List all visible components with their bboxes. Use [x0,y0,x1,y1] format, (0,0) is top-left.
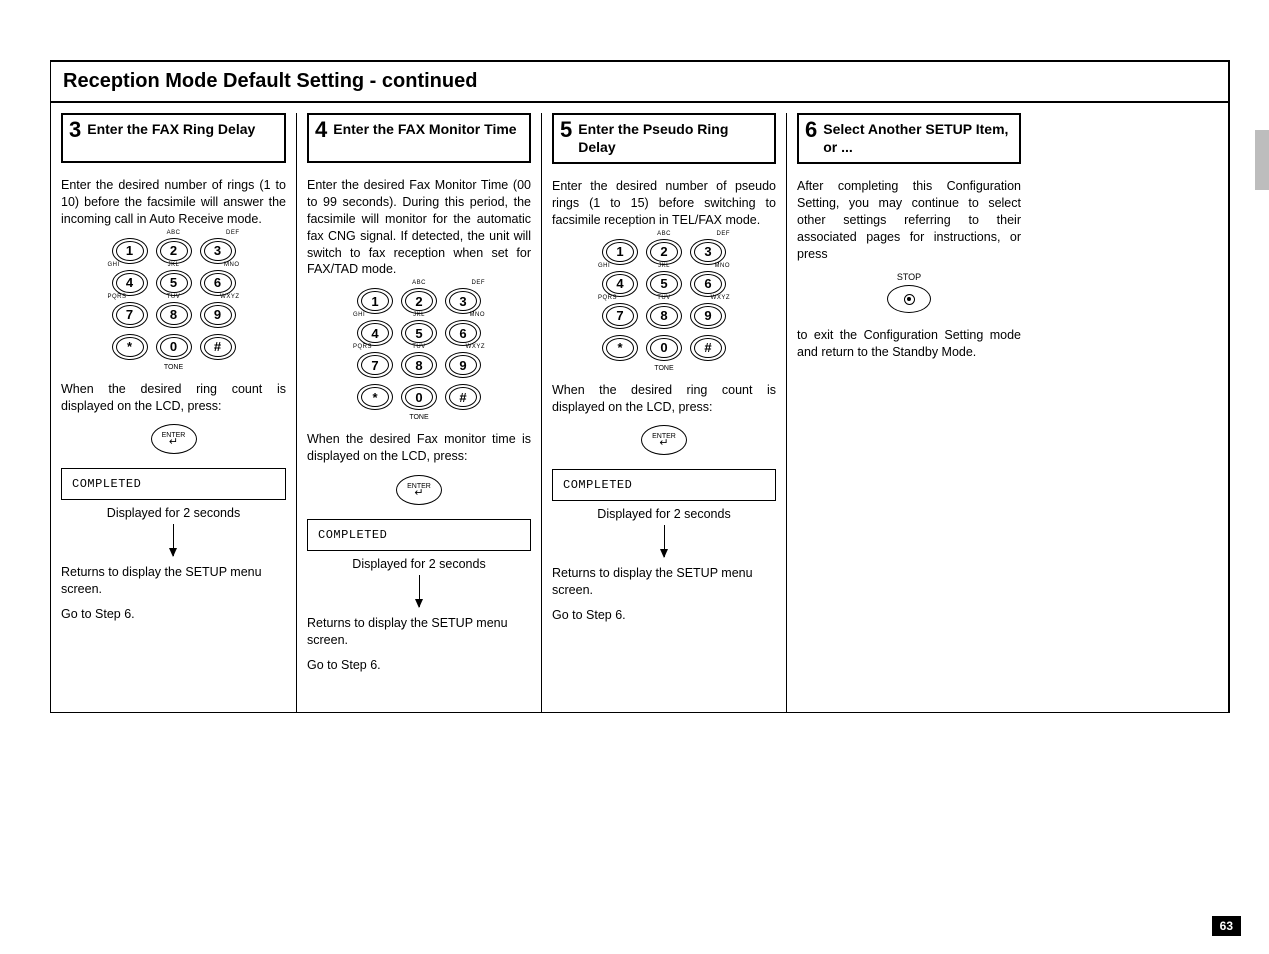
step-4-header: 4 Enter the FAX Monitor Time [307,113,531,163]
stop-button-wrap: STOP [797,272,1021,313]
section-thumb-tab [1255,130,1269,190]
key-7[interactable]: PQRS7 [602,303,638,329]
key-hash[interactable]: # [200,334,236,360]
key-2[interactable]: ABC2 [401,288,437,314]
keypad: 1 ABC2 DEF3 GHI4 JKL5 MNO6 PQRS7 TUV8 WX… [552,239,776,361]
key-star[interactable]: * [112,334,148,360]
step-6-header: 6 Select Another SETUP Item, or ... [797,113,1021,164]
tone-label: TONE [552,365,776,372]
step-3-column: 3 Enter the FAX Ring Delay Enter the des… [51,113,296,712]
key-3[interactable]: DEF3 [690,239,726,265]
flow-arrow-icon [173,524,174,556]
enter-arrow-icon: ↵ [169,439,178,447]
enter-arrow-icon: ↵ [414,490,423,498]
key-star[interactable]: * [602,335,638,361]
step-6-body1: After completing this Configuration Sett… [797,178,1021,262]
step-3-body1: Enter the desired number of rings (1 to … [61,177,286,228]
step-6-column: 6 Select Another SETUP Item, or ... Afte… [786,113,1031,712]
displayed-caption: Displayed for 2 seconds [307,557,531,571]
tone-label: TONE [307,414,531,421]
step-3-number: 3 [69,119,81,141]
displayed-caption: Displayed for 2 seconds [552,507,776,521]
tone-label: TONE [61,364,286,371]
key-6[interactable]: MNO6 [690,271,726,297]
step-6-number: 6 [805,119,817,141]
key-8[interactable]: TUV8 [401,352,437,378]
lcd-display: COMPLETED [307,519,531,551]
step-6-title: Select Another SETUP Item, or ... [823,119,1013,156]
flow-arrow-icon [664,525,665,557]
key-4[interactable]: GHI4 [357,320,393,346]
enter-button[interactable]: ENTER ↵ [151,424,197,454]
step-4-column: 4 Enter the FAX Monitor Time Enter the d… [296,113,541,712]
step-5-header: 5 Enter the Pseudo Ring Delay [552,113,776,164]
goto-step6: Go to Step 6. [307,657,531,674]
enter-button[interactable]: ENTER ↵ [396,475,442,505]
step-5-column: 5 Enter the Pseudo Ring Delay Enter the … [541,113,786,712]
flow-arrow-icon [419,575,420,607]
step-6-body2: to exit the Configuration Setting mode a… [797,327,1021,361]
key-1[interactable]: 1 [602,239,638,265]
key-9[interactable]: WXYZ9 [445,352,481,378]
key-1[interactable]: 1 [112,238,148,264]
keypad: 1 ABC2 DEF3 GHI4 JKL5 MNO6 PQRS7 TUV8 WX… [61,238,286,360]
step-4-body1: Enter the desired Fax Monitor Time (00 t… [307,177,531,278]
key-hash[interactable]: # [690,335,726,361]
returns-text: Returns to display the SETUP menu screen… [552,565,776,599]
key-0[interactable]: 0 [646,335,682,361]
stop-label: STOP [797,272,1021,282]
enter-button[interactable]: ENTER ↵ [641,425,687,455]
key-6[interactable]: MNO6 [200,270,236,296]
page-number: 63 [1212,916,1241,936]
key-3[interactable]: DEF3 [445,288,481,314]
goto-step6: Go to Step 6. [552,607,776,624]
step-5-number: 5 [560,119,572,141]
stop-button[interactable] [887,285,931,313]
key-0[interactable]: 0 [401,384,437,410]
key-5[interactable]: JKL5 [156,270,192,296]
section-title: Reception Mode Default Setting - continu… [51,62,1228,103]
key-8[interactable]: TUV8 [156,302,192,328]
key-4[interactable]: GHI4 [112,270,148,296]
key-5[interactable]: JKL5 [401,320,437,346]
key-9[interactable]: WXYZ9 [690,303,726,329]
step-4-title: Enter the FAX Monitor Time [333,119,516,139]
key-7[interactable]: PQRS7 [112,302,148,328]
key-0[interactable]: 0 [156,334,192,360]
step-5-title: Enter the Pseudo Ring Delay [578,119,768,156]
key-hash[interactable]: # [445,384,481,410]
goto-step6: Go to Step 6. [61,606,286,623]
key-2[interactable]: ABC2 [156,238,192,264]
columns: 3 Enter the FAX Ring Delay Enter the des… [51,103,1228,712]
step-5-body2: When the desired ring count is displayed… [552,382,776,416]
key-9[interactable]: WXYZ9 [200,302,236,328]
lcd-display: COMPLETED [552,469,776,501]
key-star[interactable]: * [357,384,393,410]
key-7[interactable]: PQRS7 [357,352,393,378]
lcd-display: COMPLETED [61,468,286,500]
key-3[interactable]: DEF3 [200,238,236,264]
key-4[interactable]: GHI4 [602,271,638,297]
step-5-body1: Enter the desired number of pseudo rings… [552,178,776,229]
displayed-caption: Displayed for 2 seconds [61,506,286,520]
page-frame: Reception Mode Default Setting - continu… [50,60,1230,713]
key-8[interactable]: TUV8 [646,303,682,329]
step-3-body2: When the desired ring count is displayed… [61,381,286,415]
step-4-number: 4 [315,119,327,141]
stop-icon [904,294,915,305]
key-5[interactable]: JKL5 [646,271,682,297]
keypad: 1 ABC2 DEF3 GHI4 JKL5 MNO6 PQRS7 TUV8 WX… [307,288,531,410]
key-6[interactable]: MNO6 [445,320,481,346]
step-4-body2: When the desired Fax monitor time is dis… [307,431,531,465]
key-1[interactable]: 1 [357,288,393,314]
key-2[interactable]: ABC2 [646,239,682,265]
step-3-header: 3 Enter the FAX Ring Delay [61,113,286,163]
returns-text: Returns to display the SETUP menu screen… [307,615,531,649]
enter-arrow-icon: ↵ [659,440,668,448]
returns-text: Returns to display the SETUP menu screen… [61,564,286,598]
step-3-title: Enter the FAX Ring Delay [87,119,255,139]
